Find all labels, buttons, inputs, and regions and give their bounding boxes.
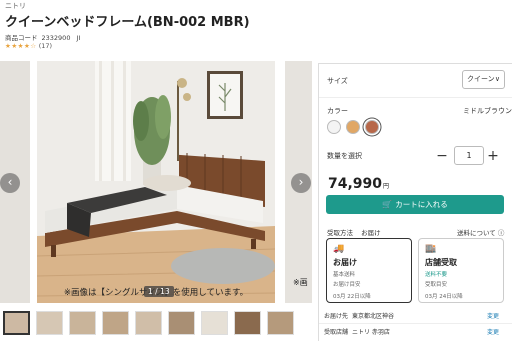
receive-method-row: 受取方法 お届け [327, 227, 381, 237]
receive-method-value: お届け [361, 229, 381, 237]
delivery-option-title: お届け [333, 258, 357, 267]
cart-icon: 🛒 [382, 200, 393, 209]
shipping-fee-link[interactable]: 送料について ⓘ [457, 227, 504, 237]
divider [319, 97, 512, 98]
product-code-suffix: JI [76, 34, 81, 42]
thumbnail-4[interactable] [102, 311, 129, 335]
size-selected-value: クイーン [467, 75, 495, 83]
store-pickup-option-card[interactable]: 🏬 店舗受取 送料不要 受取目安 03月 24日以降 [418, 238, 504, 303]
review-count[interactable]: (17) [39, 42, 52, 50]
product-code-label: 商品コード [5, 34, 38, 42]
ship-to-row: お届け先 東京都北区神谷 [324, 311, 394, 320]
pickup-store-change-link[interactable]: 変更 [487, 327, 499, 336]
quantity-input[interactable]: 1 [454, 146, 484, 165]
quantity-increase-button[interactable]: + [487, 148, 499, 164]
delivery-option-sub: 基本送料 [333, 272, 356, 278]
thumbnail-3[interactable] [69, 311, 96, 335]
ship-to-value: 東京都北区神谷 [352, 313, 395, 320]
image-gallery: ※画像は【シングルサイズ】を使用しています。 1 / 13 ※画 ‹ › [0, 61, 312, 303]
delivery-eta-date: 03月 22日以降 [333, 293, 371, 300]
rating-stars-icon: ★★★★☆ [5, 42, 37, 50]
add-to-cart-label: カートに入れる [395, 200, 448, 209]
receive-method-label: 受取方法 [327, 229, 353, 237]
truck-icon: 🚚 [333, 244, 345, 254]
price-value: 74,990 [328, 176, 383, 192]
next-image-caption: ※画 [293, 278, 308, 287]
delivery-option-card[interactable]: 🚚 お届け 基本送料 お届け目安 03月 22日以降 [326, 238, 412, 303]
product-title: クイーンベッドフレーム(BN-002 MBR) [5, 15, 250, 30]
brand-label[interactable]: ニトリ [5, 1, 26, 11]
ship-to-label: お届け先 [324, 313, 349, 320]
next-image-button[interactable]: › [291, 173, 311, 193]
price-unit: 円 [383, 183, 390, 190]
add-to-cart-button[interactable]: 🛒 カートに入れる [326, 195, 504, 214]
quantity-decrease-button[interactable]: − [436, 148, 448, 164]
color-label: カラー [327, 107, 348, 115]
purchase-panel: サイズ クイーン ∨ カラー ミドルブラウン 数量を選択 − 1 + 74,99… [318, 63, 512, 341]
store-pickup-eta-label: 受取目安 [425, 282, 448, 288]
price: 74,990円 [328, 176, 389, 192]
product-code-row: 商品コード 2332900 JI [5, 32, 80, 42]
pickup-store-value: ニトリ 赤羽店 [352, 329, 390, 336]
thumbnail-6[interactable] [168, 311, 195, 335]
bedroom-scene-illustration [37, 61, 275, 303]
divider [319, 323, 512, 324]
rating-row[interactable]: ★★★★☆ (17) [5, 42, 52, 50]
pickup-store-row: 受取店舗 ニトリ 赤羽店 [324, 327, 390, 336]
thumbnail-9[interactable] [267, 311, 294, 335]
chevron-down-icon: ∨ [494, 75, 500, 83]
thumbnail-2[interactable] [36, 311, 63, 335]
previous-image-button[interactable]: ‹ [0, 173, 20, 193]
color-selected-value: ミドルブラウン [463, 107, 512, 115]
chevron-left-icon: ‹ [7, 175, 13, 189]
thumbnail-5[interactable] [135, 311, 162, 335]
thumbnail-7[interactable] [201, 311, 228, 335]
thumbnail-strip [3, 311, 294, 337]
color-swatch-light-brown[interactable] [346, 120, 360, 134]
image-counter: 1 / 13 [144, 286, 174, 297]
store-pickup-eta-date: 03月 24日以降 [425, 293, 463, 300]
store-pickup-title: 店舗受取 [425, 258, 457, 267]
store-icon: 🏬 [425, 244, 437, 254]
thumbnail-8[interactable] [234, 311, 261, 335]
store-pickup-sub: 送料不要 [425, 272, 448, 278]
thumbnail-1[interactable] [3, 311, 30, 335]
color-swatch-white[interactable] [327, 120, 341, 134]
product-code-value: 2332900 [41, 34, 71, 42]
size-select[interactable]: クイーン ∨ [462, 70, 505, 89]
chevron-right-icon: › [298, 175, 304, 189]
pickup-store-label: 受取店舗 [324, 329, 349, 336]
main-product-image[interactable]: ※画像は【シングルサイズ】を使用しています。 1 / 13 [37, 61, 275, 303]
size-label: サイズ [327, 77, 348, 85]
ship-to-change-link[interactable]: 変更 [487, 311, 499, 320]
quantity-label: 数量を選択 [327, 152, 362, 160]
color-swatches [327, 120, 379, 134]
color-swatch-middle-brown[interactable] [365, 120, 379, 134]
delivery-eta-label: お届け目安 [333, 282, 361, 288]
